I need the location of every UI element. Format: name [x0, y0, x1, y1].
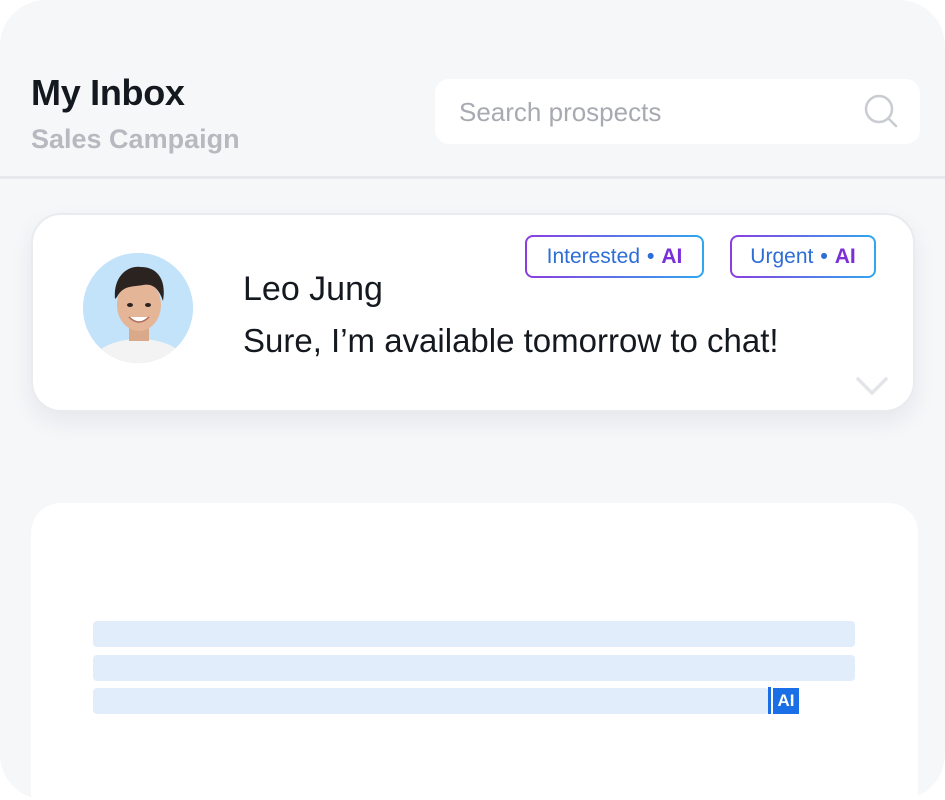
tag-urgent-body: Urgent • AI [732, 237, 874, 276]
inbox-header: My Inbox Sales Campaign [0, 0, 945, 179]
campaign-subtitle: Sales Campaign [31, 124, 240, 154]
tag-urgent[interactable]: Urgent • AI [730, 235, 876, 278]
contact-name: Leo Jung [243, 270, 383, 308]
message-preview: Sure, I’m available tomorrow to chat! [243, 322, 779, 359]
tag-interested-body: Interested • AI [527, 237, 702, 276]
tag-label: Interested [546, 244, 641, 268]
tag-ai-label: AI [661, 244, 683, 268]
tag-interested[interactable]: Interested • AI [525, 235, 704, 278]
avatar-portrait [83, 253, 193, 363]
tag-ai-label: AI [834, 244, 856, 268]
conversation-card[interactable]: Leo Jung Sure, I’m available tomorrow to… [31, 213, 915, 412]
search-icon[interactable] [863, 93, 899, 129]
reply-composer[interactable]: AI [31, 503, 918, 800]
tag-label: Urgent [750, 244, 814, 268]
chevron-down-icon[interactable] [855, 375, 889, 397]
text-placeholder-line [93, 621, 855, 647]
tag-separator: • [647, 244, 655, 268]
search-input[interactable] [457, 91, 861, 133]
ai-badge[interactable]: AI [773, 688, 799, 714]
text-cursor [768, 687, 771, 714]
avatar [83, 253, 193, 363]
text-placeholder-line [93, 655, 855, 681]
tag-separator: • [820, 244, 828, 268]
inbox-panel: My Inbox Sales Campaign Leo Jung S [0, 0, 945, 800]
page-title: My Inbox [31, 72, 185, 113]
search-box[interactable] [435, 79, 920, 144]
text-placeholder-line [93, 688, 769, 714]
